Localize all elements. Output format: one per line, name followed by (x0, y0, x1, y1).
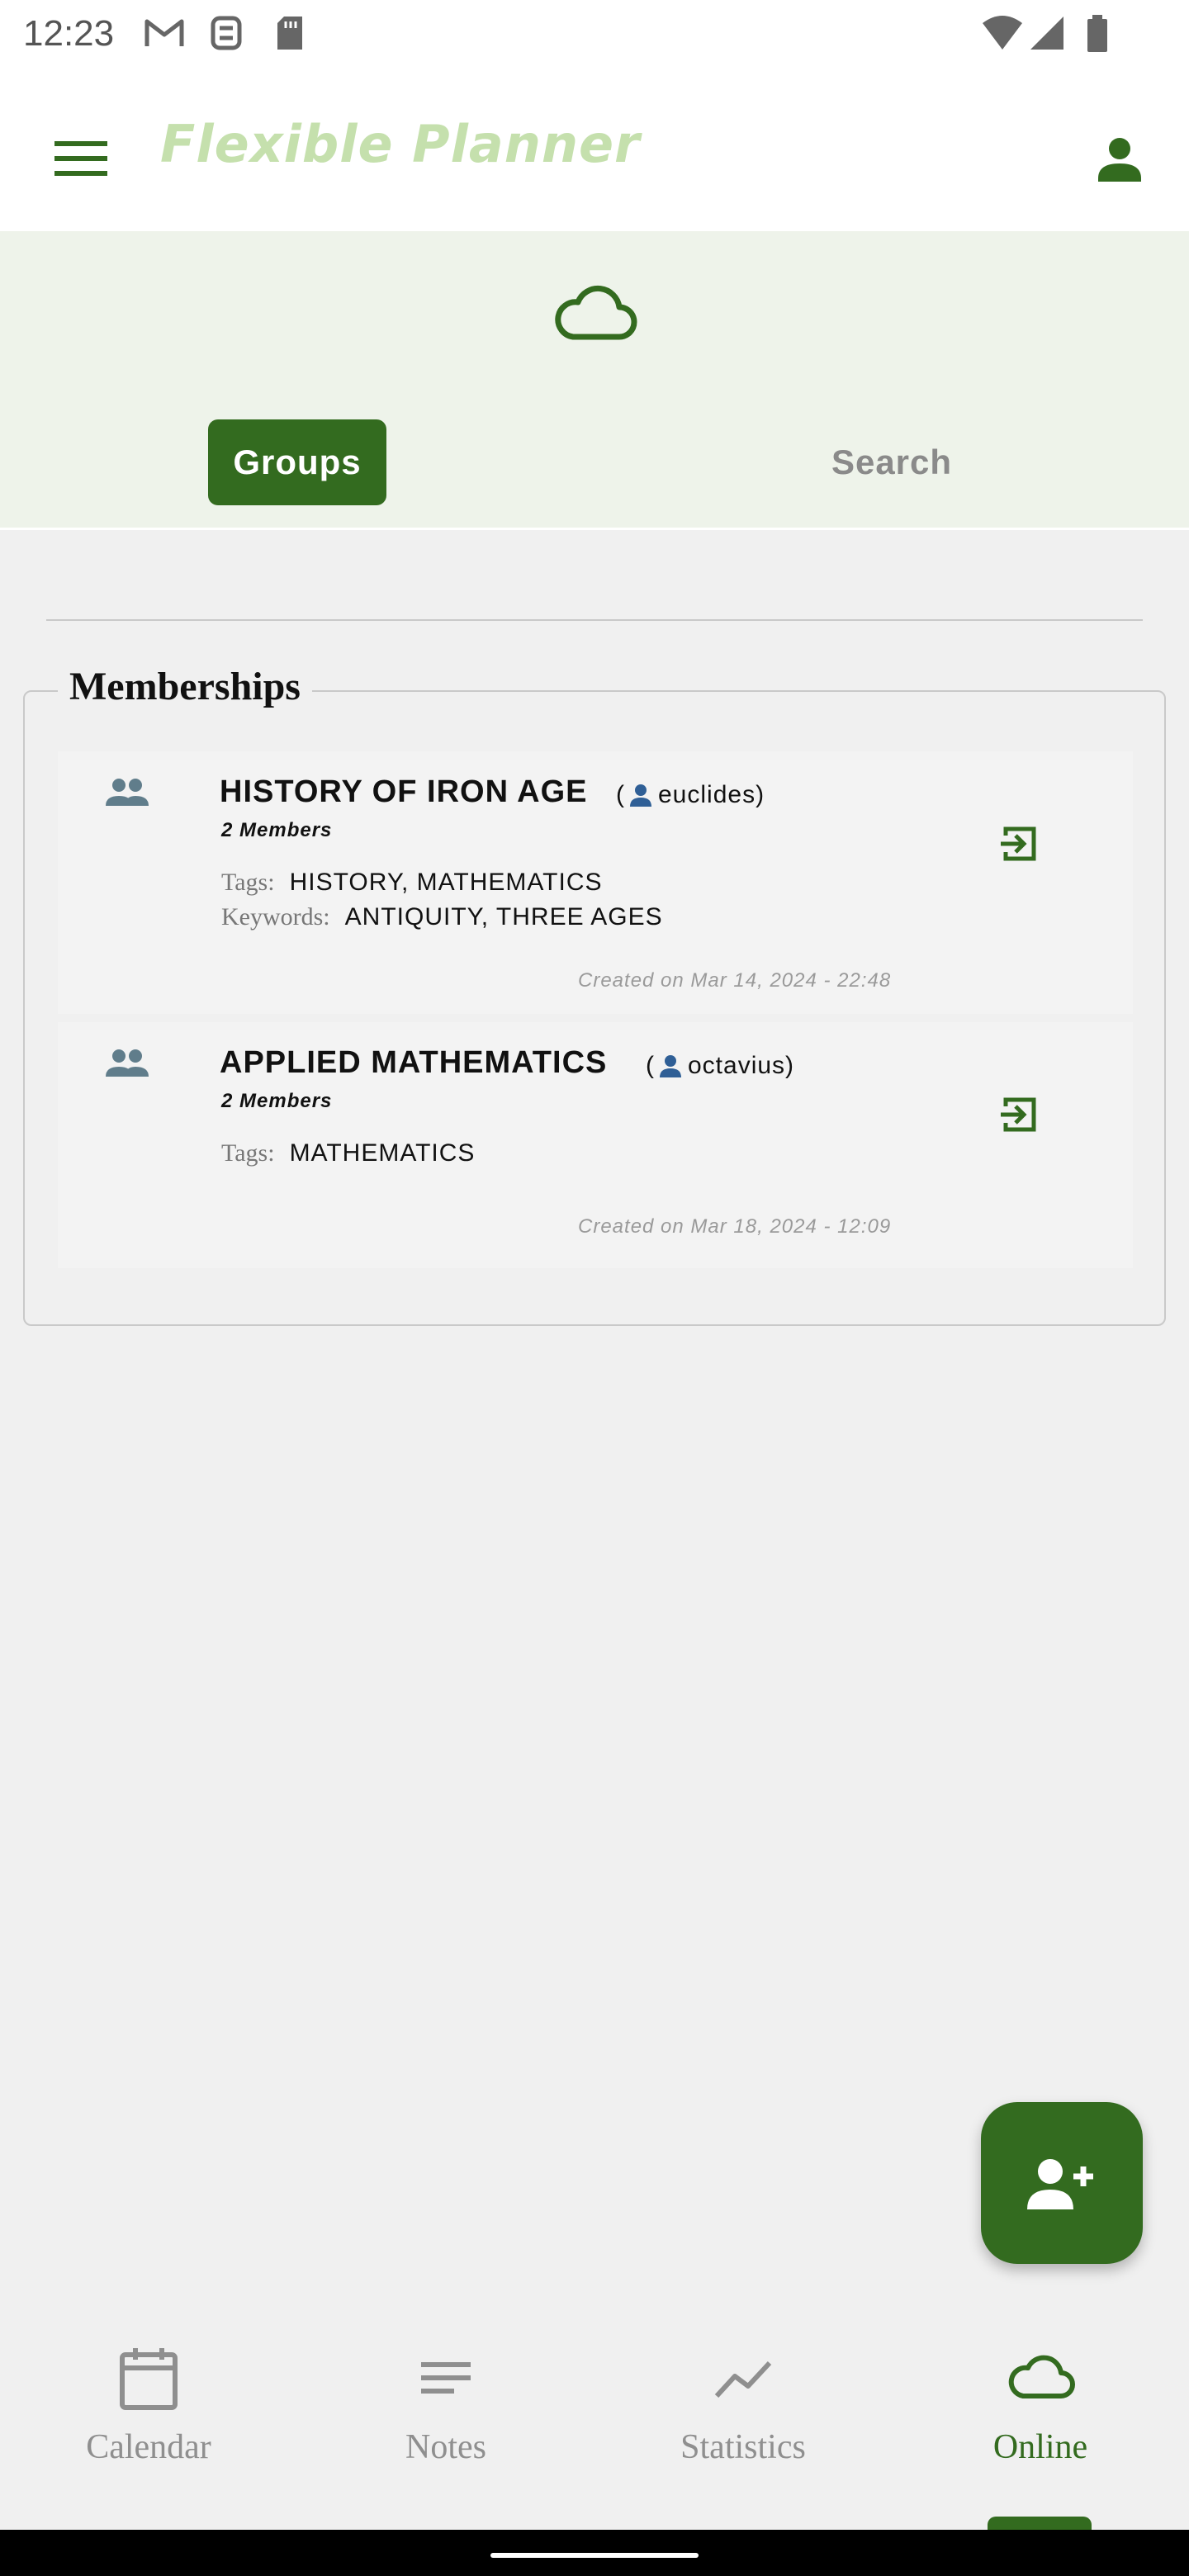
created-date: Created on Mar 14, 2024 - 22:48 (578, 969, 892, 992)
members-count: 2 Members (221, 1090, 333, 1112)
nav-label-calendar: Calendar (86, 2428, 211, 2466)
group-card[interactable]: HISTORY OF IRON AGE ( euclides) 2 Member… (58, 751, 1133, 1014)
online-header: Groups Search (0, 231, 1189, 530)
tags-label: Tags: (221, 869, 275, 896)
owner-open-paren: ( (646, 1052, 655, 1079)
person-icon (630, 784, 651, 807)
notes-icon (421, 2362, 471, 2394)
memberships-section: Memberships HISTORY OF IRON AGE ( euclid… (23, 664, 1166, 1326)
members-count: 2 Members (221, 819, 333, 841)
nav-item-statistics[interactable]: Statistics (619, 2340, 867, 2497)
nav-item-notes[interactable]: Notes (322, 2340, 570, 2497)
person-icon (660, 1055, 681, 1077)
wifi-icon (983, 16, 1022, 50)
nav-label-online: Online (992, 2428, 1088, 2466)
gesture-bar (0, 2530, 1189, 2576)
keywords-line: Keywords: ANTIQUITY, THREE AGES (221, 903, 663, 931)
bottom-navigation: Calendar Notes Statistics Online (0, 2315, 1189, 2531)
nav-item-calendar[interactable]: Calendar (25, 2340, 272, 2497)
sd-card-icon (277, 17, 302, 50)
statistics-icon (714, 2361, 772, 2398)
group-name: APPLIED MATHEMATICS (220, 1045, 608, 1080)
created-date: Created on Mar 18, 2024 - 12:09 (578, 1215, 892, 1238)
group-owner: ( octavius) (646, 1052, 794, 1080)
divider (46, 619, 1143, 621)
owner-name: euclides) (658, 781, 765, 808)
add-person-icon (1027, 2159, 1093, 2209)
cloud-icon (1008, 2355, 1075, 2398)
app-screen: 12:23 Flexible Planner Groups Search Mem… (0, 0, 1189, 2576)
status-time: 12:23 (23, 13, 115, 54)
owner-name: octavius) (688, 1052, 795, 1079)
memberships-legend: Memberships (58, 664, 312, 709)
exit-group-icon[interactable] (997, 822, 1040, 865)
owner-open-paren: ( (616, 781, 625, 808)
sim-toolkit-icon (211, 16, 242, 50)
group-owner: ( euclides) (616, 781, 765, 809)
keywords-value: ANTIQUITY, THREE AGES (344, 903, 663, 930)
tags-label: Tags: (221, 1139, 275, 1167)
tags-value: HISTORY, MATHEMATICS (289, 869, 603, 896)
cloud-icon (555, 285, 637, 340)
group-icon (106, 779, 149, 806)
tags-line: Tags: MATHEMATICS (221, 1139, 475, 1167)
tags-value: MATHEMATICS (289, 1139, 476, 1167)
tab-search[interactable]: Search (793, 419, 991, 505)
nav-label-notes: Notes (405, 2428, 486, 2466)
nav-label-statistics: Statistics (680, 2428, 806, 2466)
group-card[interactable]: APPLIED MATHEMATICS ( octavius) 2 Member… (58, 1022, 1133, 1268)
group-icon (106, 1049, 149, 1077)
app-bar: Flexible Planner (0, 69, 1189, 231)
nav-item-online[interactable]: Online (917, 2340, 1164, 2497)
tags-line: Tags: HISTORY, MATHEMATICS (221, 869, 603, 897)
status-bar: 12:23 (0, 0, 1189, 69)
add-member-fab[interactable] (981, 2102, 1143, 2264)
app-title: Flexible Planner (160, 114, 641, 174)
tab-groups[interactable]: Groups (208, 419, 386, 505)
home-gesture-handle[interactable] (490, 2553, 699, 2558)
battery-icon (1087, 15, 1107, 52)
exit-group-icon[interactable] (997, 1093, 1040, 1136)
group-name: HISTORY OF IRON AGE (220, 774, 588, 809)
signal-icon (1030, 17, 1063, 50)
person-icon[interactable] (1090, 124, 1149, 193)
calendar-icon (120, 2348, 178, 2410)
keywords-label: Keywords: (221, 903, 330, 930)
gmail-icon (144, 19, 184, 46)
hamburger-menu-icon[interactable] (46, 124, 116, 193)
